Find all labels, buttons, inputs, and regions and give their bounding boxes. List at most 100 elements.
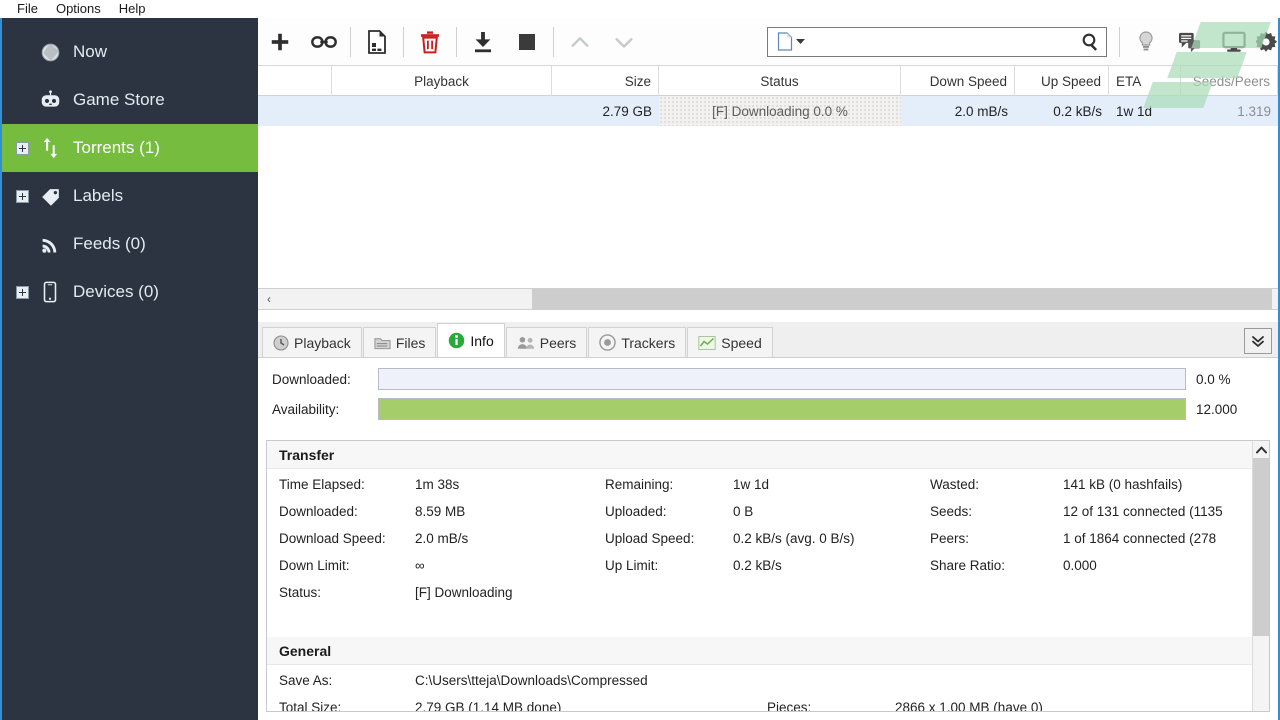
expand-toggle-devices[interactable] [16,285,29,299]
cell-playback [332,96,552,126]
expand-toggle-labels[interactable] [16,189,29,203]
cell-size: 2.79 GB [602,103,652,119]
downloaded-bar-row: Downloaded: 0.0 % [272,366,1278,392]
tips-lightbulb-icon[interactable] [1124,20,1168,64]
section-header-transfer: Transfer [267,441,1269,469]
column-header-status[interactable]: Status [659,66,901,96]
collapse-panel-button[interactable] [1244,328,1272,354]
search-icon [1082,33,1097,51]
transfer-key: Status: [279,585,322,600]
menu-options[interactable]: Options [47,0,110,18]
create-torrent-button[interactable] [355,20,399,64]
search-box [767,26,1107,57]
move-down-button[interactable] [602,20,646,64]
cell-status: [F] Downloading 0.0 % [659,96,901,126]
transfer-value: 8.59 MB [415,504,466,519]
column-header-seeds-peers[interactable]: Seeds/Peers [1181,66,1278,96]
caret-down-icon [796,39,805,44]
start-torrent-button[interactable] [461,20,505,64]
tab-playback[interactable]: Playback [262,327,362,357]
tab-peers[interactable]: Peers [505,327,588,357]
sidebar-item-label: Now [73,42,108,61]
stop-torrent-button[interactable] [505,20,549,64]
table-row[interactable]: 2.79 GB [F] Downloading 0.0 % 2.0 mB/s 0… [258,96,1278,126]
column-header-name[interactable] [258,66,332,96]
toolbar-separator [403,26,404,57]
remote-monitor-icon[interactable] [1212,20,1256,64]
info-circle-icon [449,332,465,349]
transfer-value: 2.0 mB/s [415,531,469,546]
column-header-size[interactable]: Size [552,66,659,96]
chat-bubbles-icon[interactable] [1168,20,1212,64]
search-input[interactable] [814,28,1074,55]
availability-bar-label: Availability: [272,401,340,417]
sidebar-item-label: Game Store [73,90,165,109]
table-horizontal-scrollbar[interactable]: ‹ › [258,288,1278,310]
column-header-down-speed[interactable]: Down Speed [901,66,1015,96]
tab-label: Speed [721,334,762,351]
menu-file[interactable]: File [8,0,47,18]
general-grid: Save As: C:\Users\tteja\Downloads\Compre… [267,665,1269,712]
transfer-value: 0.2 kB/s (avg. 0 B/s) [733,531,855,546]
details-scroll-area: Transfer Time Elapsed: 1m 38s Downloaded… [266,440,1270,712]
downloaded-bar-track [378,368,1186,390]
sidebar: Now Game Store Torrents (1) Labels Feeds… [2,18,258,720]
tab-speed[interactable]: Speed [687,327,773,357]
transfer-value: 1m 38s [415,477,460,492]
hscroll-track[interactable] [280,289,1272,309]
column-header-eta[interactable]: ETA [1109,66,1181,96]
column-header-up-speed[interactable]: Up Speed [1015,66,1109,96]
tracker-target-icon [599,334,617,351]
sidebar-item-label: Devices (0) [73,282,159,301]
info-panel: Downloaded: 0.0 % Availability: 12.000 T… [258,358,1278,720]
search-button[interactable] [1074,28,1106,56]
scroll-left-arrow-icon[interactable]: ‹ [258,289,280,309]
transfer-key: Seeds: [930,504,973,519]
hscroll-thumb[interactable] [532,289,1272,309]
cell-seeds-peers: 1.319 [1237,103,1271,119]
transfer-value: 12 of 131 connected (1135 [1063,504,1223,519]
sidebar-item-now[interactable]: Now [2,28,258,76]
sidebar-item-devices[interactable]: Devices (0) [2,268,258,316]
transfer-value: 0 B [733,504,754,519]
settings-gear-icon[interactable] [1256,20,1278,64]
column-header-playback[interactable]: Playback [332,66,552,96]
clock-icon [273,334,289,351]
tab-files[interactable]: Files [362,327,437,357]
downloaded-bar-label: Downloaded: [272,371,351,387]
general-key: Save As: [279,673,333,688]
file-type-icon [777,32,793,51]
scroll-up-arrow-icon[interactable] [1253,441,1269,458]
tab-label: Files [395,334,426,351]
general-key: Pieces: [767,700,812,712]
transfer-key: Share Ratio: [930,558,1006,573]
remove-torrent-button[interactable] [408,20,452,64]
sidebar-item-labels[interactable]: Labels [2,172,258,220]
general-value: 2.79 GB (1.14 MB done) [415,700,562,712]
tab-label: Peers [539,334,577,351]
details-vertical-scrollbar[interactable] [1252,441,1269,711]
sidebar-item-torrents[interactable]: Torrents (1) [2,124,258,172]
device-phone-icon [35,281,65,303]
downloaded-bar-value: 0.0 % [1196,371,1231,387]
add-torrent-button[interactable] [258,20,302,64]
expand-toggle-torrents[interactable] [16,141,29,155]
toolbar-separator [456,26,457,57]
transfer-key: Peers: [930,531,970,546]
sidebar-item-feeds[interactable]: Feeds (0) [2,220,258,268]
tab-trackers[interactable]: Trackers [588,327,687,357]
availability-bar-track [378,398,1186,420]
sidebar-item-label: Labels [73,186,124,205]
transfer-key: Down Limit: [279,558,350,573]
general-value: 2866 x 1.00 MB (have 0) [895,700,1043,712]
now-icon [35,42,65,63]
sidebar-item-game-store[interactable]: Game Store [2,76,258,124]
vscroll-thumb[interactable] [1253,458,1269,636]
menu-help[interactable]: Help [110,0,155,18]
move-up-button[interactable] [558,20,602,64]
add-torrent-from-url-button[interactable] [302,20,346,64]
tab-label: Trackers [621,334,676,351]
tab-info[interactable]: Info [437,323,505,357]
toolbar-separator [1119,26,1120,57]
search-type-selector[interactable] [768,28,814,56]
